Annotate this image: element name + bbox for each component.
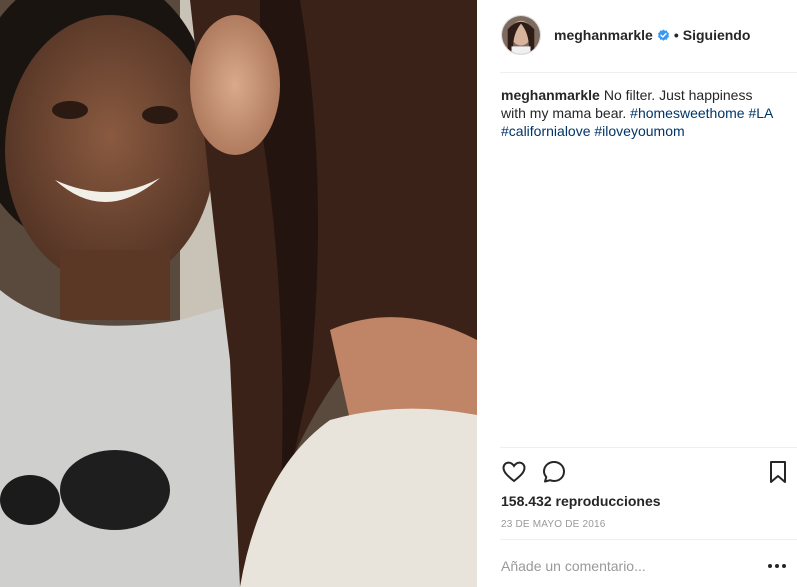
comment-divider	[500, 539, 797, 540]
username-link[interactable]: meghanmarkle	[554, 26, 653, 44]
header-divider	[500, 72, 797, 73]
post-caption: meghanmarkle No filter. Just happiness wi…	[501, 86, 779, 140]
follow-status-button[interactable]: Siguiendo	[683, 26, 751, 44]
hashtag-link[interactable]: #californialove	[501, 123, 591, 139]
post-header: meghanmarkle • Siguiendo	[477, 0, 797, 72]
post-actions	[477, 458, 797, 486]
actions-divider	[500, 447, 797, 448]
comment-icon[interactable]	[541, 459, 567, 485]
avatar-image	[502, 16, 540, 54]
separator-dot: •	[673, 27, 679, 43]
hashtag-link[interactable]: #homesweethome	[630, 105, 744, 121]
view-count[interactable]: 158.432 reproducciones	[501, 493, 661, 509]
post-side-panel: meghanmarkle • Siguiendo meghanmarkle No …	[477, 0, 797, 587]
post-photo	[0, 0, 477, 587]
heart-icon[interactable]	[501, 459, 527, 485]
post-image[interactable]	[0, 0, 477, 587]
hashtag-link[interactable]: #LA	[748, 105, 772, 121]
hashtag-link[interactable]: #iloveyoumom	[594, 123, 684, 139]
caption-username-link[interactable]: meghanmarkle	[501, 87, 600, 103]
post-date[interactable]: 23 DE MAYO DE 2016	[501, 519, 606, 530]
bookmark-icon[interactable]	[765, 459, 791, 485]
comment-input[interactable]	[501, 553, 761, 579]
header-text: meghanmarkle • Siguiendo	[554, 26, 750, 44]
more-options-icon[interactable]	[767, 560, 787, 572]
verified-badge-icon	[657, 29, 670, 42]
avatar[interactable]	[501, 15, 541, 55]
